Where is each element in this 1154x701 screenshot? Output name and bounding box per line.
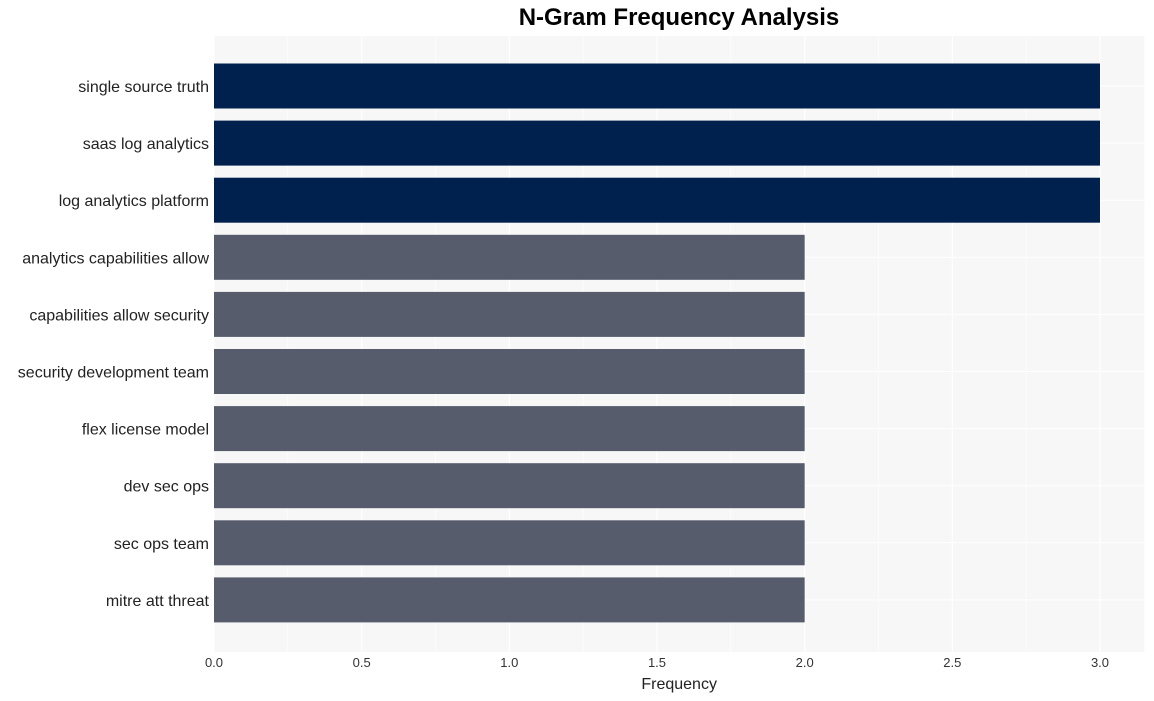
x-axis-label: Frequency: [641, 676, 717, 693]
y-tick-label: security development team: [18, 365, 209, 382]
y-tick-label: analytics capabilities allow: [22, 250, 209, 267]
bar-saas-log-analytics: [214, 120, 1100, 166]
bar-log-analytics-platform: [214, 177, 1100, 223]
x-tick-label: 2.5: [943, 655, 961, 670]
bar-flex-license-model: [214, 406, 805, 452]
bar-mitre-att-threat: [214, 577, 805, 623]
y-tick-label: log analytics platform: [59, 193, 209, 210]
x-tick-label: 0.0: [205, 655, 223, 670]
y-tick-label: mitre att threat: [106, 593, 210, 610]
x-tick-label: 2.0: [796, 655, 814, 670]
bar-dev-sec-ops: [214, 463, 805, 509]
bar-security-development-team: [214, 349, 805, 394]
y-tick-label: single source truth: [78, 79, 209, 96]
bar-chart: single source truth saas log analytics log…: [18, 36, 1145, 693]
x-tick-label: 1.0: [500, 655, 518, 670]
x-tick-labels: 0.0 0.5 1.0 1.5 2.0 2.5 3.0: [205, 655, 1109, 670]
y-tick-label: dev sec ops: [124, 479, 209, 496]
bar-sec-ops-team: [214, 520, 805, 566]
y-tick-label: saas log analytics: [83, 136, 209, 153]
y-tick-labels: single source truth saas log analytics log…: [18, 79, 210, 610]
x-tick-label: 3.0: [1091, 655, 1109, 670]
y-tick-label: sec ops team: [114, 536, 209, 553]
x-tick-label: 1.5: [648, 655, 666, 670]
bar-capabilities-allow-security: [214, 291, 805, 337]
bar-analytics-capabilities-allow: [214, 234, 805, 280]
y-tick-label: capabilities allow security: [29, 307, 209, 324]
x-tick-label: 0.5: [353, 655, 371, 670]
bar-single-source-truth: [214, 63, 1100, 109]
y-tick-label: flex license model: [82, 422, 209, 439]
